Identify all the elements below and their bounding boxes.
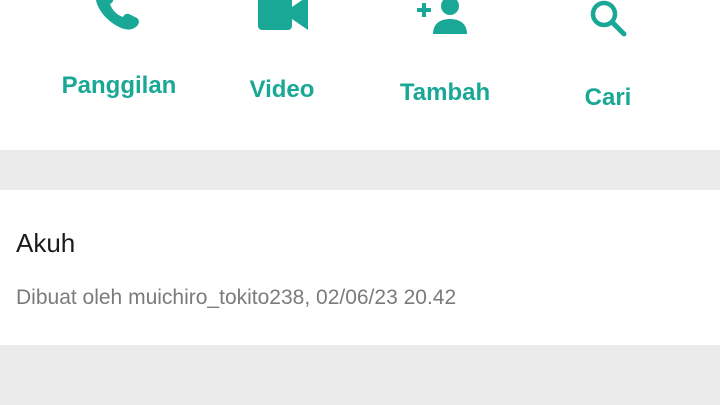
call-button[interactable]: Panggilan xyxy=(49,0,189,140)
group-created-info: Dibuat oleh muichiro_tokito238, 02/06/23… xyxy=(16,286,457,309)
group-info-card[interactable]: Akuh Dibuat oleh muichiro_tokito238, 02/… xyxy=(0,190,720,345)
section-divider xyxy=(0,345,720,405)
video-label: Video xyxy=(249,76,315,103)
phone-icon xyxy=(89,0,149,36)
add-label: Tambah xyxy=(399,79,491,106)
group-name: Akuh xyxy=(16,228,76,258)
search-icon xyxy=(578,0,638,44)
add-person-icon xyxy=(415,0,475,40)
section-divider xyxy=(0,150,720,190)
video-camera-icon xyxy=(252,0,312,36)
search-label: Cari xyxy=(584,84,632,111)
group-actions-panel: Panggilan Video Tambah Cari xyxy=(0,0,720,150)
add-participant-button[interactable]: Tambah xyxy=(375,0,515,140)
search-button[interactable]: Cari xyxy=(538,0,678,140)
call-label: Panggilan xyxy=(61,72,177,99)
video-call-button[interactable]: Video xyxy=(212,0,352,140)
